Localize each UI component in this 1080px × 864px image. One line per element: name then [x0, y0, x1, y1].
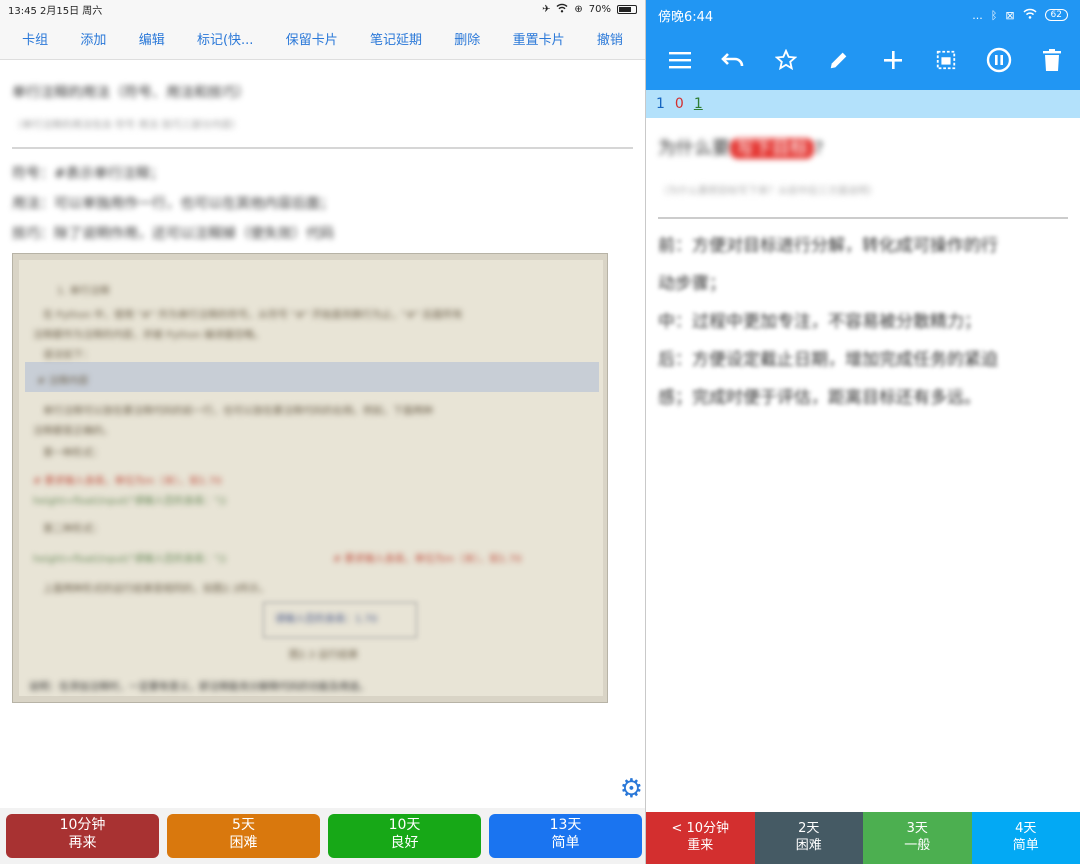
photo-text: 说明：在添加注释时，一定要有意义，即注释能充分解释代码的功能及用途。	[29, 682, 369, 693]
ios-review-screen: 13:45 2月15日 周六 ✈ ⊕ 70% 卡组 添加 编辑 标记(快... …	[0, 0, 646, 864]
android-answer-buttons: < 10分钟 重来 2天 困难 3天 一般 4天 简单	[646, 812, 1080, 864]
menu-icon[interactable]	[662, 42, 698, 78]
photo-text: # 注释内容	[37, 376, 89, 387]
edit-button[interactable]: 编辑	[133, 25, 171, 52]
lock-rotation-icon: ⊕	[574, 3, 583, 15]
question-highlight: 写下目标	[730, 138, 814, 159]
undo-icon[interactable]	[715, 42, 751, 78]
answer-line-3: 中：过程中更加专注，不容易被分散精力；	[658, 312, 981, 332]
select-region-icon[interactable]	[928, 42, 964, 78]
photo-text: height=float(input("请输入您的身高："))	[33, 554, 227, 565]
android-toolbar	[646, 30, 1080, 90]
add-button[interactable]: 添加	[74, 25, 112, 52]
answer-line-1: 前：方便对目标进行分解，转化成可操作的行	[658, 236, 998, 256]
answer-line-4: 后：方便设定截止日期，增加完成任务的紧迫	[658, 350, 998, 370]
android-review-screen: 傍晚6:44 ... ᛒ ⊠ 62 1 0 1 为什么要 写下目标 ? （为什么…	[646, 0, 1080, 864]
photo-text: 注释都是正确的。	[33, 426, 113, 437]
pencil-icon[interactable]	[821, 42, 857, 78]
question-answer-divider	[658, 217, 1068, 219]
review-counts: 1 0 1	[646, 90, 1080, 118]
card-question: 为什么要 写下目标?	[658, 138, 824, 159]
ios-status-time: 13:45 2月15日 周六	[8, 5, 103, 17]
hard-button[interactable]: 2天 困难	[754, 812, 863, 864]
trash-icon[interactable]	[1034, 42, 1070, 78]
photo-text: 1. 单行注释	[57, 286, 110, 297]
star-icon[interactable]	[768, 42, 804, 78]
reset-card-button[interactable]: 重置卡片	[507, 25, 571, 52]
battery-level: 62	[1044, 9, 1068, 21]
photo-text: 语法如下：	[43, 350, 93, 361]
android-status-time: 傍晚6:44	[658, 9, 714, 25]
card-question-hint: （为什么要把目标写下来？从前中后三方面说明）	[658, 186, 878, 197]
plus-icon[interactable]	[875, 42, 911, 78]
sim-icon: ⊠	[1005, 8, 1015, 22]
decks-button[interactable]: 卡组	[16, 25, 54, 52]
photo-text: # 要求输入身高，单位为m（米），如1.70	[333, 554, 522, 565]
answer-photo: 1. 单行注释 在 Python 中，使用 "#" 作为单行注释的符号。从符号 …	[12, 253, 608, 703]
android-status-bar: 傍晚6:44 ... ᛒ ⊠ 62	[646, 0, 1080, 30]
photo-output-frame	[263, 602, 417, 638]
signal-dots: ...	[972, 8, 983, 22]
battery-percent: 70%	[588, 3, 611, 15]
delete-button[interactable]: 删除	[448, 25, 486, 52]
easy-button[interactable]: 4天 简单	[971, 812, 1080, 864]
again-button[interactable]: < 10分钟 重来	[646, 812, 755, 864]
pause-icon[interactable]	[981, 42, 1017, 78]
photo-text: height=float(input("请输入您的身高："))	[33, 496, 227, 507]
photo-text: 上面两种形式的运行结果是相同的，如图2.3所示。	[43, 584, 269, 595]
bluetooth-icon: ᛒ	[990, 8, 998, 22]
good-button[interactable]: 3天 一般	[863, 812, 972, 864]
ios-answer-buttons: 10分钟 再来 5天 困难 10天 良好 13天 简单	[0, 808, 645, 864]
review-count: 1	[693, 96, 703, 112]
card-question-hint: （单行注释的用法包含 符号 用法 技巧三部分内容）	[12, 120, 242, 131]
photo-text: 单行注释可以放在要注释代码的前一行，也可以放在要注释代码的右侧。例如，下面两种	[43, 406, 433, 417]
learning-count: 0	[674, 96, 684, 112]
answer-line-2: 动步骤；	[658, 274, 726, 294]
wifi-icon	[1023, 8, 1037, 22]
photo-text: 在 Python 中，使用 "#" 作为单行注释的符号。从符号 "#" 开始直到…	[43, 310, 463, 321]
question-answer-divider	[12, 147, 633, 149]
bury-note-button[interactable]: 笔记延期	[364, 25, 428, 52]
new-count: 1	[656, 96, 665, 112]
good-button[interactable]: 10天 良好	[328, 814, 481, 858]
airplane-icon: ✈	[541, 3, 551, 15]
again-button[interactable]: 10分钟 再来	[6, 814, 159, 858]
photo-text: 图2.3 运行结果	[289, 650, 359, 661]
android-card-content: 为什么要 写下目标? （为什么要把目标写下来？从前中后三方面说明） 前：方便对目标…	[646, 118, 1080, 427]
answer-line-3: 技巧：除了说明作用，还可以注释掉（使失效）代码	[12, 226, 334, 242]
gear-icon[interactable]: ⚙	[620, 774, 643, 804]
easy-button[interactable]: 13天 简单	[489, 814, 642, 858]
ios-card-content: 单行注释的用法（符号、用法和技巧） （单行注释的用法包含 符号 用法 技巧三部分…	[0, 60, 645, 808]
answer-line-5: 感；完成时便于评估，距离目标还有多远。	[658, 388, 981, 408]
photo-text: 注释都作为注释的内容，并被 Python 编译器忽略。	[33, 330, 265, 341]
hard-button[interactable]: 5天 困难	[167, 814, 320, 858]
mark-button[interactable]: 标记(快...	[191, 25, 259, 52]
wifi-icon	[556, 3, 568, 16]
photo-text: # 要求输入身高，单位为m（米），如1.70	[33, 476, 222, 487]
ios-toolbar: 卡组 添加 编辑 标记(快... 保留卡片 笔记延期 删除 重置卡片 撤销	[0, 18, 645, 60]
bury-card-button[interactable]: 保留卡片	[280, 25, 344, 52]
battery-icon	[617, 4, 637, 14]
photo-highlight-band	[25, 362, 599, 392]
ios-status-bar: 13:45 2月15日 周六 ✈ ⊕ 70%	[0, 0, 645, 18]
answer-line-2: 用法：可以单独用作一行，也可以在其他内容后面；	[12, 196, 334, 212]
photo-text: 第二种形式：	[43, 524, 103, 535]
split-screen: 13:45 2月15日 周六 ✈ ⊕ 70% 卡组 添加 编辑 标记(快... …	[0, 0, 1080, 864]
photo-text: 第一种形式：	[43, 448, 103, 459]
undo-button[interactable]: 撤销	[591, 25, 629, 52]
answer-line-1: 符号：#表示单行注释；	[12, 166, 164, 182]
card-question: 单行注释的用法（符号、用法和技巧）	[12, 85, 250, 101]
